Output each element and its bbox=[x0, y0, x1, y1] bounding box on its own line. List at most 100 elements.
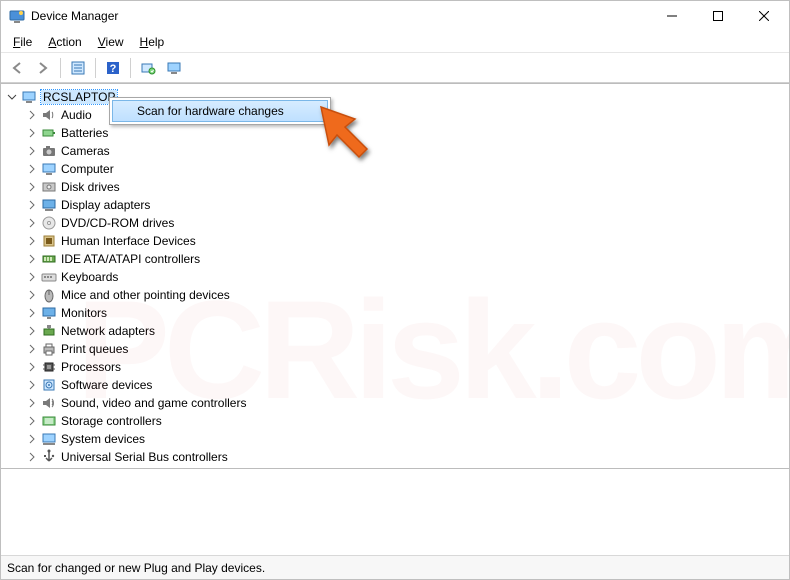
app-icon bbox=[9, 8, 25, 24]
tree-item[interactable]: Processors bbox=[1, 358, 789, 376]
statusbar: Scan for changed or new Plug and Play de… bbox=[1, 555, 789, 579]
tree-item[interactable]: Batteries bbox=[1, 124, 789, 142]
hid-icon bbox=[41, 233, 57, 249]
tree-item-label: Processors bbox=[61, 360, 121, 374]
tree-item[interactable]: Display adapters bbox=[1, 196, 789, 214]
nav-back-button[interactable] bbox=[5, 56, 29, 80]
chevron-right-icon[interactable] bbox=[25, 288, 39, 302]
mouse-icon bbox=[41, 287, 57, 303]
tree-item[interactable]: Human Interface Devices bbox=[1, 232, 789, 250]
menu-view[interactable]: View bbox=[90, 33, 132, 51]
tree-item-label: Mice and other pointing devices bbox=[61, 288, 230, 302]
tree-item-label: Network adapters bbox=[61, 324, 155, 338]
scan-hardware-button[interactable] bbox=[136, 56, 160, 80]
nav-forward-button[interactable] bbox=[31, 56, 55, 80]
menu-file[interactable]: File bbox=[5, 33, 40, 51]
tree-item[interactable]: Universal Serial Bus controllers bbox=[1, 448, 789, 466]
tree-item[interactable]: Software devices bbox=[1, 376, 789, 394]
tree-item[interactable]: Network adapters bbox=[1, 322, 789, 340]
minimize-button[interactable] bbox=[649, 1, 695, 31]
chevron-right-icon[interactable] bbox=[25, 252, 39, 266]
menubar: File Action View Help bbox=[1, 31, 789, 53]
chevron-right-icon[interactable] bbox=[25, 378, 39, 392]
chevron-right-icon[interactable] bbox=[25, 270, 39, 284]
tree-item-label: Computer bbox=[61, 162, 114, 176]
tree-item[interactable]: System devices bbox=[1, 430, 789, 448]
tree-item[interactable]: Disk drives bbox=[1, 178, 789, 196]
battery-icon bbox=[41, 125, 57, 141]
tree-item[interactable]: DVD/CD-ROM drives bbox=[1, 214, 789, 232]
tree-item-label: Audio bbox=[61, 108, 92, 122]
device-tree[interactable]: PCRisk.com RCSLAPTOP AudioBatteriesCamer… bbox=[1, 83, 789, 555]
tree-item-label: Batteries bbox=[61, 126, 108, 140]
display-adapter-icon bbox=[41, 197, 57, 213]
chevron-right-icon[interactable] bbox=[25, 198, 39, 212]
software-icon bbox=[41, 377, 57, 393]
tree-item-label: Human Interface Devices bbox=[61, 234, 196, 248]
chevron-right-icon[interactable] bbox=[25, 144, 39, 158]
chevron-right-icon[interactable] bbox=[25, 126, 39, 140]
statusbar-text: Scan for changed or new Plug and Play de… bbox=[7, 561, 265, 575]
chevron-right-icon[interactable] bbox=[25, 450, 39, 464]
tree-item[interactable]: Keyboards bbox=[1, 268, 789, 286]
chevron-right-icon[interactable] bbox=[25, 216, 39, 230]
cpu-icon bbox=[41, 359, 57, 375]
chevron-right-icon[interactable] bbox=[25, 414, 39, 428]
chevron-right-icon[interactable] bbox=[25, 360, 39, 374]
chevron-down-icon[interactable] bbox=[5, 90, 19, 104]
tree-item-label: Universal Serial Bus controllers bbox=[61, 450, 228, 464]
window-title: Device Manager bbox=[31, 9, 649, 23]
properties-button[interactable] bbox=[66, 56, 90, 80]
tree-item-label: System devices bbox=[61, 432, 145, 446]
maximize-button[interactable] bbox=[695, 1, 741, 31]
tree-item[interactable]: Storage controllers bbox=[1, 412, 789, 430]
tree-item-label: Print queues bbox=[61, 342, 128, 356]
toolbar-separator bbox=[130, 58, 131, 78]
tree-item-label: DVD/CD-ROM drives bbox=[61, 216, 174, 230]
monitor-icon bbox=[41, 305, 57, 321]
tree-item[interactable]: Computer bbox=[1, 160, 789, 178]
menu-action[interactable]: Action bbox=[40, 33, 89, 51]
tree-item-label: Software devices bbox=[61, 378, 152, 392]
ctx-scan-hardware[interactable]: Scan for hardware changes bbox=[112, 100, 328, 122]
tree-item-label: Disk drives bbox=[61, 180, 120, 194]
menu-help[interactable]: Help bbox=[132, 33, 173, 51]
tree-item-label: Cameras bbox=[61, 144, 110, 158]
chevron-right-icon[interactable] bbox=[25, 108, 39, 122]
chevron-right-icon[interactable] bbox=[25, 396, 39, 410]
chevron-right-icon[interactable] bbox=[25, 162, 39, 176]
computer-root-icon bbox=[21, 89, 37, 105]
chevron-right-icon[interactable] bbox=[25, 306, 39, 320]
device-tree-inner: RCSLAPTOP Audio Batteries Cameras Computer D… bbox=[1, 84, 789, 469]
tree-item-label: IDE ATA/ATAPI controllers bbox=[61, 252, 200, 266]
tree-item[interactable]: Cameras bbox=[1, 142, 789, 160]
tree-root-label: RCSLAPTOP bbox=[41, 90, 117, 104]
toolbar-separator bbox=[95, 58, 96, 78]
dvd-icon bbox=[41, 215, 57, 231]
disk-icon bbox=[41, 179, 57, 195]
toolbar: ? bbox=[1, 53, 789, 83]
chevron-right-icon[interactable] bbox=[25, 180, 39, 194]
chevron-right-icon[interactable] bbox=[25, 342, 39, 356]
close-button[interactable] bbox=[741, 1, 787, 31]
device-manager-window: Device Manager File Action View Help bbox=[0, 0, 790, 580]
tree-item[interactable]: Monitors bbox=[1, 304, 789, 322]
window-controls bbox=[649, 1, 787, 31]
context-menu: Scan for hardware changes bbox=[109, 97, 331, 125]
speaker-icon bbox=[41, 107, 57, 123]
tree-item[interactable]: Print queues bbox=[1, 340, 789, 358]
tree-item[interactable]: Mice and other pointing devices bbox=[1, 286, 789, 304]
chevron-right-icon[interactable] bbox=[25, 324, 39, 338]
tree-item-label: Keyboards bbox=[61, 270, 118, 284]
tree-item-label: Sound, video and game controllers bbox=[61, 396, 246, 410]
help-button[interactable]: ? bbox=[101, 56, 125, 80]
sound-icon bbox=[41, 395, 57, 411]
tree-item[interactable]: Sound, video and game controllers bbox=[1, 394, 789, 412]
network-icon bbox=[41, 323, 57, 339]
camera-icon bbox=[41, 143, 57, 159]
view-devices-button[interactable] bbox=[162, 56, 186, 80]
chevron-right-icon[interactable] bbox=[25, 432, 39, 446]
toolbar-separator bbox=[60, 58, 61, 78]
chevron-right-icon[interactable] bbox=[25, 234, 39, 248]
tree-item[interactable]: IDE ATA/ATAPI controllers bbox=[1, 250, 789, 268]
